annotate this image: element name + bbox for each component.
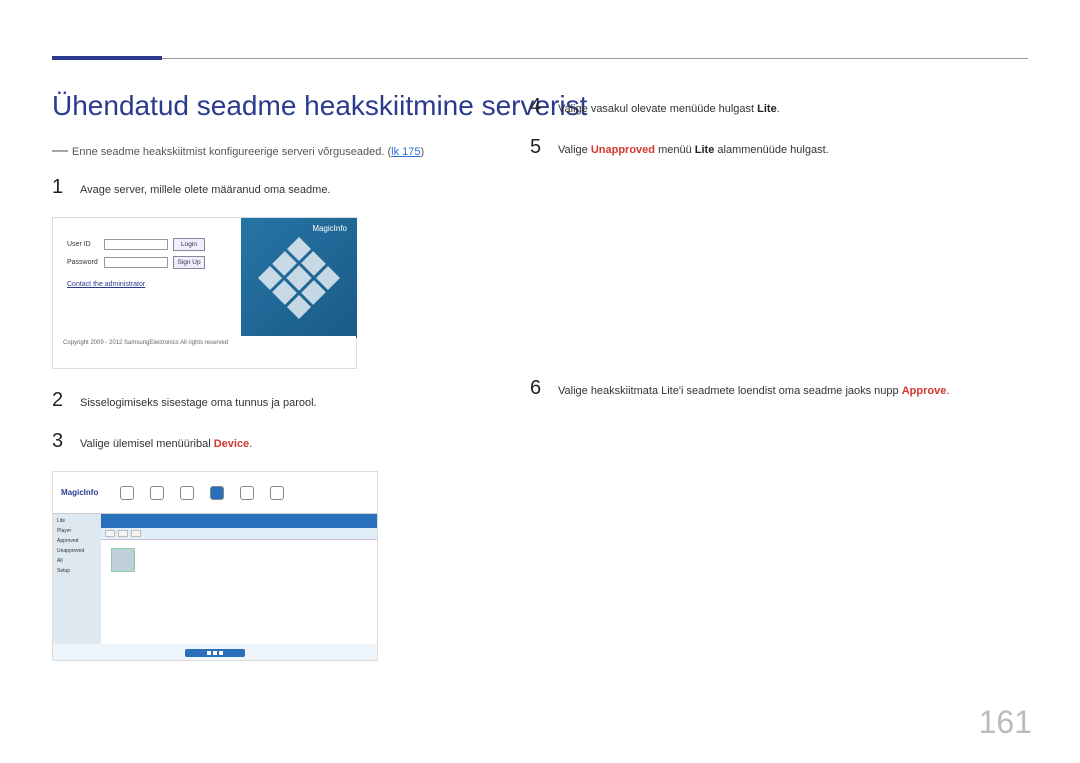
- nav-icon[interactable]: [120, 486, 134, 500]
- nav-icons: [120, 486, 284, 500]
- step-text: Valige ülemisel menüüribal Device.: [80, 436, 252, 453]
- note-text-suffix: ): [421, 146, 425, 158]
- login-form: User ID Login Password Sign Up Contact t…: [53, 218, 241, 338]
- signup-button[interactable]: Sign Up: [173, 256, 205, 269]
- toolbar-chip[interactable]: [131, 530, 141, 537]
- device-topbar: MagicInfo: [53, 472, 377, 514]
- device-tile[interactable]: [111, 548, 135, 572]
- user-id-field[interactable]: [104, 239, 168, 250]
- step-number: 2: [52, 389, 66, 412]
- note-link[interactable]: lk 175: [391, 146, 420, 158]
- login-copyright: Copyright 2009 - 2012 SamsungElectronics…: [53, 336, 356, 368]
- password-label: Password: [67, 259, 99, 266]
- lite-bold: Lite: [757, 103, 777, 115]
- accent-bar: [52, 56, 162, 60]
- brand-cube-icon: [258, 237, 340, 319]
- nav-icon[interactable]: [270, 486, 284, 500]
- step-number: 6: [530, 377, 544, 400]
- step-number: 5: [530, 136, 544, 159]
- step-5: 5 Valige Unapproved menüü Lite alammenüü…: [530, 136, 1010, 159]
- step-text: Sisselogimiseks sisestage oma tunnus ja …: [80, 395, 317, 412]
- step-text: Valige heakskiitmata Lite'i seadmete loe…: [558, 383, 949, 400]
- note-text-prefix: Enne seadme heakskiitmist konfigureerige…: [72, 146, 391, 158]
- device-highlight: Device: [214, 438, 249, 450]
- login-branding: MagicInfo: [241, 218, 357, 338]
- step-text: Valige vasakul olevate menüüde hulgast L…: [558, 101, 780, 118]
- step-text-post: alammenüüde hulgast.: [714, 144, 828, 156]
- pre-note: ― Enne seadme heakskiitmist konfigureerig…: [52, 140, 482, 162]
- lite-bold: Lite: [695, 144, 715, 156]
- step-text-post: .: [946, 385, 949, 397]
- device-subbar: [101, 528, 377, 540]
- brand-label: MagicInfo: [312, 224, 347, 233]
- step-text: Avage server, millele olete määranud oma…: [80, 182, 331, 199]
- device-main: [101, 514, 377, 644]
- top-rule: [52, 58, 1028, 59]
- device-sidebar: Lite Player Approved Unapproved All Setu…: [53, 514, 101, 644]
- column-left: ― Enne seadme heakskiitmist konfigureerig…: [52, 140, 482, 681]
- step-1: 1 Avage server, millele olete määranud o…: [52, 176, 482, 199]
- nav-icon[interactable]: [240, 486, 254, 500]
- page-number: 161: [979, 704, 1032, 741]
- nav-icon-device[interactable]: [210, 486, 224, 500]
- step-number: 1: [52, 176, 66, 199]
- dash-icon: ―: [52, 142, 68, 159]
- login-screenshot: User ID Login Password Sign Up Contact t…: [52, 217, 357, 369]
- device-toolbar: [101, 514, 377, 528]
- contact-admin-link[interactable]: Contact the administrator: [67, 281, 227, 288]
- step-text-pre: Valige ülemisel menüüribal: [80, 438, 214, 450]
- step-4: 4 Valige vasakul olevate menüüde hulgast…: [530, 95, 1010, 118]
- nav-icon[interactable]: [180, 486, 194, 500]
- device-brand: MagicInfo: [61, 488, 98, 497]
- step-text-pre: Valige: [558, 144, 591, 156]
- step-3: 3 Valige ülemisel menüüribal Device.: [52, 430, 482, 453]
- toolbar-chip[interactable]: [118, 530, 128, 537]
- column-right: 4 Valige vasakul olevate menüüde hulgast…: [530, 95, 1010, 418]
- step-text-pre: Valige vasakul olevate menüüde hulgast: [558, 103, 757, 115]
- step-text-post: .: [777, 103, 780, 115]
- user-id-label: User ID: [67, 241, 99, 248]
- device-footer: [53, 646, 377, 660]
- pager[interactable]: [185, 649, 245, 657]
- sidebar-item[interactable]: Setup: [57, 568, 97, 574]
- sidebar-item[interactable]: Approved: [57, 538, 97, 544]
- step-text-post: .: [249, 438, 252, 450]
- unapproved-highlight: Unapproved: [591, 144, 655, 156]
- device-body: Lite Player Approved Unapproved All Setu…: [53, 514, 377, 644]
- device-screenshot: MagicInfo Lite Player Approved Unapprove…: [52, 471, 378, 661]
- sidebar-item[interactable]: Unapproved: [57, 548, 97, 554]
- step-text-pre: Valige heakskiitmata Lite'i seadmete loe…: [558, 385, 902, 397]
- password-field[interactable]: [104, 257, 168, 268]
- step-2: 2 Sisselogimiseks sisestage oma tunnus j…: [52, 389, 482, 412]
- login-button[interactable]: Login: [173, 238, 205, 251]
- step-text: Valige Unapproved menüü Lite alammenüüde…: [558, 142, 829, 159]
- approve-highlight: Approve: [902, 385, 947, 397]
- sidebar-item[interactable]: Lite: [57, 518, 97, 524]
- step-6: 6 Valige heakskiitmata Lite'i seadmete l…: [530, 377, 1010, 400]
- page-title: Ühendatud seadme heakskiitmine serverist: [52, 90, 587, 122]
- spacer: [530, 177, 1010, 377]
- toolbar-chip[interactable]: [105, 530, 115, 537]
- step-number: 4: [530, 95, 544, 118]
- sidebar-item[interactable]: Player: [57, 528, 97, 534]
- sidebar-item[interactable]: All: [57, 558, 97, 564]
- nav-icon[interactable]: [150, 486, 164, 500]
- step-text-mid: menüü: [655, 144, 695, 156]
- step-number: 3: [52, 430, 66, 453]
